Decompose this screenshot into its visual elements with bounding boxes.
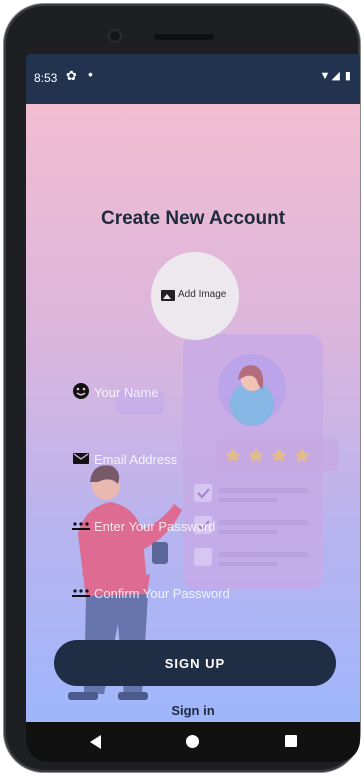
password-icon xyxy=(72,522,90,530)
page-title: Create New Account xyxy=(100,208,286,229)
notification-dot-icon: • xyxy=(88,66,93,82)
add-image-button[interactable]: Add Image xyxy=(151,252,239,340)
navigation-bar xyxy=(26,722,360,762)
confirm-password-field[interactable] xyxy=(72,579,332,606)
email-input[interactable] xyxy=(92,446,326,472)
earpiece-speaker xyxy=(154,34,214,40)
home-icon[interactable] xyxy=(186,735,199,748)
add-image-label: Add Image xyxy=(178,289,227,300)
status-bar: 8:53 ✿ • ▼◢ ▮ xyxy=(26,54,360,104)
back-icon[interactable] xyxy=(90,735,101,749)
front-camera xyxy=(108,29,122,43)
gear-icon: ✿ xyxy=(66,68,77,83)
name-field[interactable] xyxy=(72,378,332,405)
password-icon xyxy=(72,589,90,597)
status-signal-icons: ▼◢ ▮ xyxy=(319,70,352,82)
signup-screen: Create New Account Add Image Your Name E… xyxy=(26,104,360,722)
email-icon xyxy=(73,453,89,464)
email-field[interactable] xyxy=(72,445,332,472)
smiley-icon xyxy=(73,383,89,399)
name-input[interactable] xyxy=(92,379,326,405)
screen: 8:53 ✿ • ▼◢ ▮ Create New Account Add Ima… xyxy=(26,54,360,762)
sign-up-button[interactable]: SIGN UP xyxy=(54,640,336,686)
phone-frame: 8:53 ✿ • ▼◢ ▮ Create New Account Add Ima… xyxy=(4,4,360,772)
background-illustration xyxy=(68,334,338,700)
confirm-password-input[interactable] xyxy=(92,580,326,606)
password-field[interactable] xyxy=(72,512,332,539)
password-input[interactable] xyxy=(92,513,326,539)
status-time: 8:53 xyxy=(34,71,58,85)
sign-in-link[interactable]: Sign in xyxy=(26,703,360,718)
recent-apps-icon[interactable] xyxy=(285,735,297,747)
image-icon xyxy=(161,290,175,301)
